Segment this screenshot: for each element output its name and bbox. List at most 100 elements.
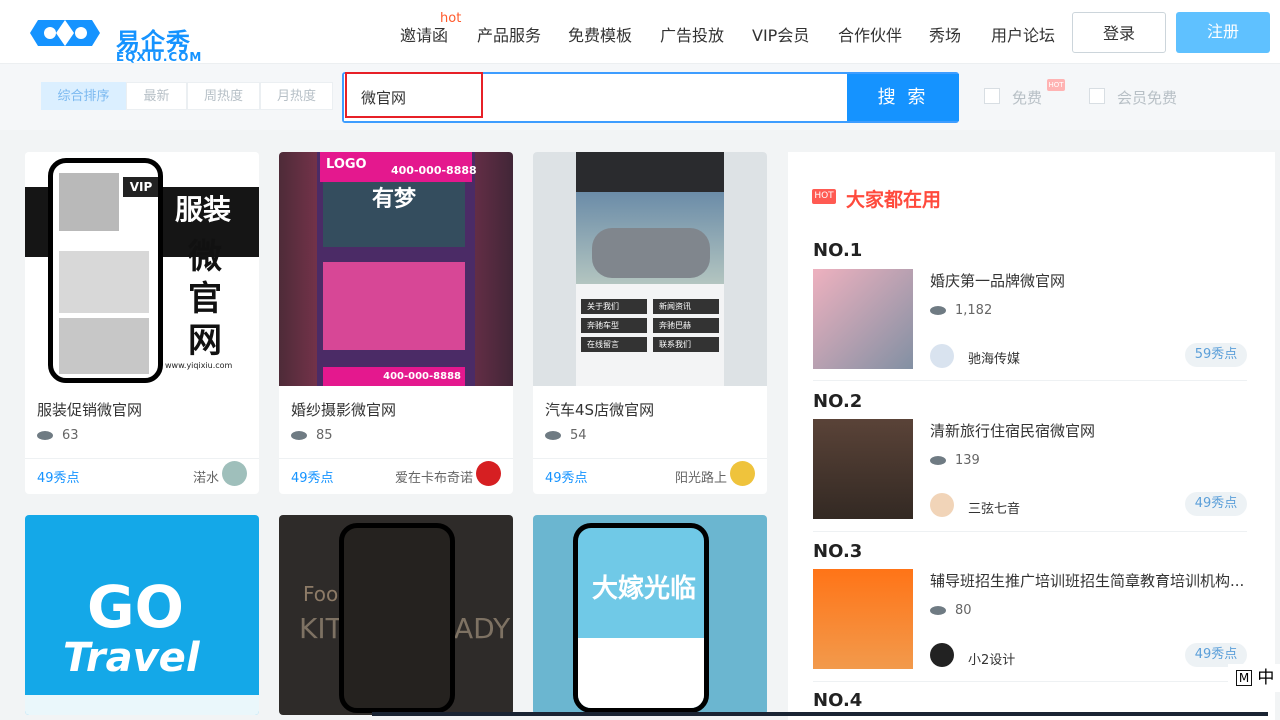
rank-number: NO.3	[813, 541, 863, 562]
rank-author[interactable]: 三弦七音	[968, 498, 1020, 517]
rank-author-avatar[interactable]	[930, 344, 954, 368]
travel-thumbnail[interactable]: GO Travel	[25, 515, 259, 715]
member-free-label: 会员免费	[1117, 89, 1178, 107]
rank-author-avatar[interactable]	[930, 643, 954, 667]
rank-author[interactable]: 驰海传媒	[968, 348, 1020, 367]
car-btn-about: 关于我们	[581, 299, 647, 314]
bottom-phone: 400-000-8888	[323, 367, 465, 386]
food-thumbnail[interactable]: Food KIT ADY	[279, 515, 513, 715]
hot-ranking-panel: HOT 大家都在用 NO.1 婚庆第一品牌微官网 1,182 驰海传媒 59秀点…	[788, 152, 1275, 720]
author-avatar[interactable]	[476, 461, 501, 486]
view-count: 54	[545, 428, 587, 443]
header: 易企秀 EQXIU.COM hot 邀请函 产品服务 免费模板 广告投放 VIP…	[0, 0, 1280, 64]
nav-ads[interactable]: 广告投放	[660, 22, 724, 46]
view-count: 85	[291, 428, 333, 443]
rank-price: 59秀点	[1185, 343, 1247, 367]
free-checkbox[interactable]	[984, 88, 1000, 104]
dream-text: 有梦	[323, 182, 465, 247]
car-btn-news: 新闻资讯	[653, 299, 719, 314]
card-divider	[533, 458, 767, 459]
nav-products[interactable]: 产品服务	[477, 22, 541, 46]
highlight-box	[345, 72, 483, 118]
card-price: 49秀点	[37, 471, 80, 486]
register-button[interactable]: 注册	[1176, 12, 1270, 53]
eye-icon	[37, 431, 53, 440]
member-free-checkbox[interactable]	[1089, 88, 1105, 104]
horizontal-scrollbar[interactable]	[372, 712, 1268, 716]
wedding-thumbnail[interactable]: LOGO 400-000-8888 有梦 400-000-8888	[279, 152, 513, 386]
car-btn-models: 奔驰车型	[581, 318, 647, 333]
ranking-hot-badge: HOT	[812, 189, 836, 204]
brand-domain: EQXIU.COM	[116, 50, 203, 64]
eye-icon	[291, 431, 307, 440]
card-title[interactable]: 汽车4S店微官网	[545, 399, 654, 420]
author-avatar[interactable]	[730, 461, 755, 486]
nav-vip[interactable]: VIP会员	[752, 22, 809, 46]
rank-item-title[interactable]: 辅导班招生推广培训班招生简章教育培训机构...	[930, 570, 1244, 591]
car-btn-contact: 联系我们	[653, 337, 719, 352]
login-button[interactable]: 登录	[1072, 12, 1166, 53]
view-number: 85	[316, 428, 333, 443]
template-card[interactable]: 关于我们 新闻资讯 奔驰车型 奔驰巴赫 在线留言 联系我们 汽车4S店微官网 5…	[533, 152, 767, 494]
card-title[interactable]: 婚纱摄影微官网	[291, 399, 396, 420]
card-author[interactable]: 阳光路上	[675, 467, 727, 486]
kitchen-text: KIT	[299, 612, 343, 645]
view-count: 63	[37, 428, 79, 443]
search-button[interactable]: 搜 索	[847, 74, 959, 121]
rank-view-number: 80	[955, 603, 972, 618]
rank-divider	[813, 531, 1247, 532]
card-author[interactable]: 爱在卡布奇诺	[395, 467, 473, 486]
card-price: 49秀点	[545, 471, 588, 486]
card-price: 49秀点	[291, 471, 334, 486]
rank-divider	[813, 380, 1247, 381]
clothing-text: 服装	[175, 193, 232, 226]
rank-author-avatar[interactable]	[930, 493, 954, 517]
rank-divider	[813, 681, 1247, 682]
clothing-thumbnail[interactable]: VIP 服装 微官网 www.yiqixiu.com	[25, 152, 259, 386]
lady-text: ADY	[454, 612, 511, 645]
nav-partners[interactable]: 合作伙伴	[838, 22, 902, 46]
rank-number: NO.4	[813, 690, 863, 711]
nav-templates[interactable]: 免费模板	[568, 22, 632, 46]
eye-icon	[930, 606, 946, 615]
eye-icon	[930, 456, 946, 465]
rank-number: NO.2	[813, 391, 863, 412]
card-author[interactable]: 渃水	[193, 467, 219, 486]
eye-icon	[930, 306, 946, 315]
view-number: 63	[62, 428, 79, 443]
author-avatar[interactable]	[222, 461, 247, 486]
wedding-travel-thumbnail[interactable]: 大嫁光临	[533, 515, 767, 715]
card-title[interactable]: 服装促销微官网	[37, 399, 142, 420]
rank-item-title[interactable]: 婚庆第一品牌微官网	[930, 270, 1065, 291]
rank-author[interactable]: 小2设计	[968, 649, 1015, 668]
nav-showcase[interactable]: 秀场	[929, 22, 961, 46]
sort-monthly[interactable]: 月热度	[260, 82, 333, 110]
rank-thumbnail[interactable]	[813, 569, 913, 669]
free-hot-badge: HOT	[1047, 79, 1065, 91]
rank-thumbnail[interactable]	[813, 269, 913, 369]
language-label: 中	[1257, 668, 1275, 688]
rank-item-title[interactable]: 清新旅行住宿民宿微官网	[930, 420, 1095, 441]
car-thumbnail[interactable]: 关于我们 新闻资讯 奔驰车型 奔驰巴赫 在线留言 联系我们	[533, 152, 767, 386]
vip-label: VIP	[123, 177, 158, 197]
rank-view-count: 80	[930, 603, 972, 618]
sort-comprehensive[interactable]: 综合排序	[41, 82, 126, 110]
nav-invitation[interactable]: 邀请函	[400, 22, 448, 46]
language-tab[interactable]: M 中	[1228, 664, 1280, 692]
template-card[interactable]: LOGO 400-000-8888 有梦 400-000-8888 婚纱摄影微官…	[279, 152, 513, 494]
phone-text: 400-000-8888	[391, 164, 477, 177]
nav-forum[interactable]: 用户论坛	[991, 22, 1055, 46]
sort-newest[interactable]: 最新	[126, 82, 187, 110]
brand-logo[interactable]: 易企秀 EQXIU.COM	[30, 12, 201, 64]
template-card[interactable]: VIP 服装 微官网 www.yiqixiu.com 服装促销微官网 63 49…	[25, 152, 259, 494]
card-divider	[25, 458, 259, 459]
rank-view-number: 139	[955, 453, 980, 468]
website-text: 微官网	[188, 237, 222, 361]
sort-weekly[interactable]: 周热度	[187, 82, 260, 110]
logo-icon	[30, 20, 100, 46]
eye-icon	[545, 431, 561, 440]
free-label: 免费	[1012, 89, 1043, 107]
rank-thumbnail[interactable]	[813, 419, 913, 519]
card-divider	[279, 458, 513, 459]
view-number: 54	[570, 428, 587, 443]
